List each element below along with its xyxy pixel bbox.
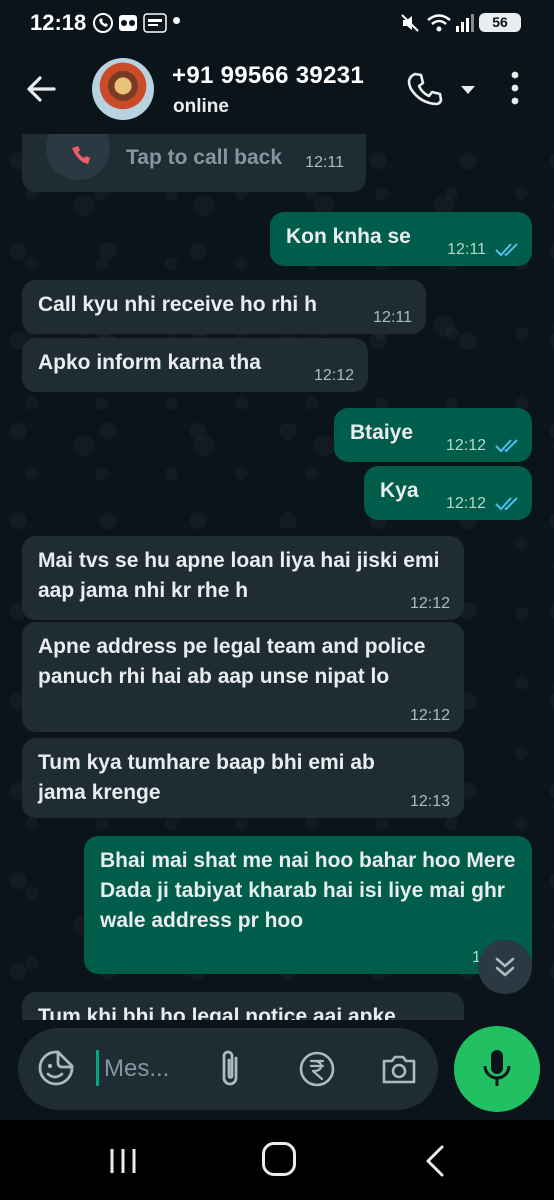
wifi-icon: [427, 14, 451, 32]
read-ticks-icon: [495, 243, 518, 257]
signal-icon: [456, 14, 474, 32]
outgoing-message[interactable]: Kya 12:12: [364, 466, 532, 520]
incoming-message[interactable]: Tum khi bhi ho legal notice aai apke: [22, 992, 464, 1020]
read-ticks-icon: [495, 497, 518, 511]
read-ticks-icon: [495, 439, 518, 453]
status-bar: 12:18 56: [0, 0, 554, 46]
incoming-message[interactable]: Tum kya tumhare baap bhi emi ab jama kre…: [22, 738, 464, 818]
incoming-message[interactable]: Call kyu nhi receive ho rhi h 12:11: [22, 280, 426, 334]
contact-status: online: [173, 96, 229, 117]
message-text: Bhai mai shat me nai hoo bahar hoo Mere …: [100, 849, 516, 932]
message-time: 12:12: [409, 707, 450, 724]
whatsapp-notification-icon: [93, 13, 113, 33]
system-back-icon[interactable]: [420, 1144, 450, 1178]
message-text: Kon knha se: [286, 225, 411, 248]
message-text: Mai tvs se hu apne loan liya hai jiski e…: [38, 549, 440, 602]
recent-apps-icon[interactable]: [106, 1146, 140, 1176]
message-text: Call kyu nhi receive ho rhi h: [38, 293, 317, 316]
message-time: 12:12: [445, 437, 486, 454]
status-time: 12:18: [30, 10, 87, 35]
contact-name[interactable]: +91 99566 39231: [172, 62, 364, 90]
message-text: Tum kya tumhare baap bhi emi ab jama kre…: [38, 751, 375, 804]
message-time: 12:12: [445, 495, 486, 512]
double-chevron-down-icon: [495, 957, 515, 977]
chat-area[interactable]: Tap to call back 12:11 Kon knha se 12:11…: [0, 134, 554, 1020]
message-time: 12:13: [409, 793, 450, 810]
more-options-icon[interactable]: [506, 70, 524, 106]
microphone-icon: [483, 1050, 511, 1086]
call-back-label[interactable]: Tap to call back: [126, 146, 282, 170]
message-text: Kya: [380, 479, 419, 502]
incoming-message[interactable]: Apko inform karna tha 12:12: [22, 338, 368, 392]
system-navigation-bar: [0, 1120, 554, 1200]
text-cursor: [96, 1050, 99, 1086]
chat-header: +91 99566 39231 online: [0, 46, 554, 134]
message-text: Btaiye: [350, 421, 414, 444]
contact-avatar[interactable]: [92, 58, 154, 120]
message-time: 12:11: [447, 241, 486, 258]
message-time: 12:12: [313, 367, 354, 384]
paytm-icon: [143, 13, 167, 33]
missed-call-bubble[interactable]: Tap to call back 12:11: [22, 134, 366, 192]
outgoing-message[interactable]: Btaiye 12:12: [334, 408, 532, 462]
message-time: 12:11: [373, 309, 412, 326]
home-button-icon[interactable]: [262, 1142, 296, 1176]
message-text: Apne address pe legal team and police pa…: [38, 635, 426, 688]
scroll-to-bottom-button[interactable]: [478, 940, 532, 994]
outgoing-message[interactable]: Kon knha se 12:11: [270, 212, 532, 266]
message-time: 12:12: [409, 595, 450, 612]
battery-indicator: 56: [479, 13, 521, 32]
incoming-message[interactable]: Apne address pe legal team and police pa…: [22, 622, 464, 732]
incoming-message[interactable]: Mai tvs se hu apne loan liya hai jiski e…: [22, 536, 464, 620]
chevron-down-icon[interactable]: [458, 80, 478, 100]
camera-icon[interactable]: [380, 1050, 418, 1088]
mute-icon: [401, 14, 419, 32]
outgoing-message[interactable]: Bhai mai shat me nai hoo bahar hoo Mere …: [84, 836, 532, 974]
sticker-emoji-icon[interactable]: [36, 1048, 76, 1088]
voicemail-icon: [119, 15, 137, 31]
message-text: Tum khi bhi ho legal notice aai apke: [38, 1005, 396, 1020]
rupee-payment-icon[interactable]: [298, 1050, 336, 1088]
paperclip-icon[interactable]: [214, 1048, 248, 1090]
message-composer: [0, 1020, 554, 1120]
back-arrow-icon[interactable]: [24, 72, 58, 106]
message-input[interactable]: [104, 1054, 204, 1084]
missed-call-icon: [46, 134, 110, 180]
voice-record-button[interactable]: [454, 1026, 540, 1112]
voice-call-icon[interactable]: [406, 70, 444, 108]
notification-dot: [173, 17, 180, 24]
message-text: Apko inform karna tha: [38, 351, 261, 374]
message-time: 12:11: [305, 154, 344, 171]
